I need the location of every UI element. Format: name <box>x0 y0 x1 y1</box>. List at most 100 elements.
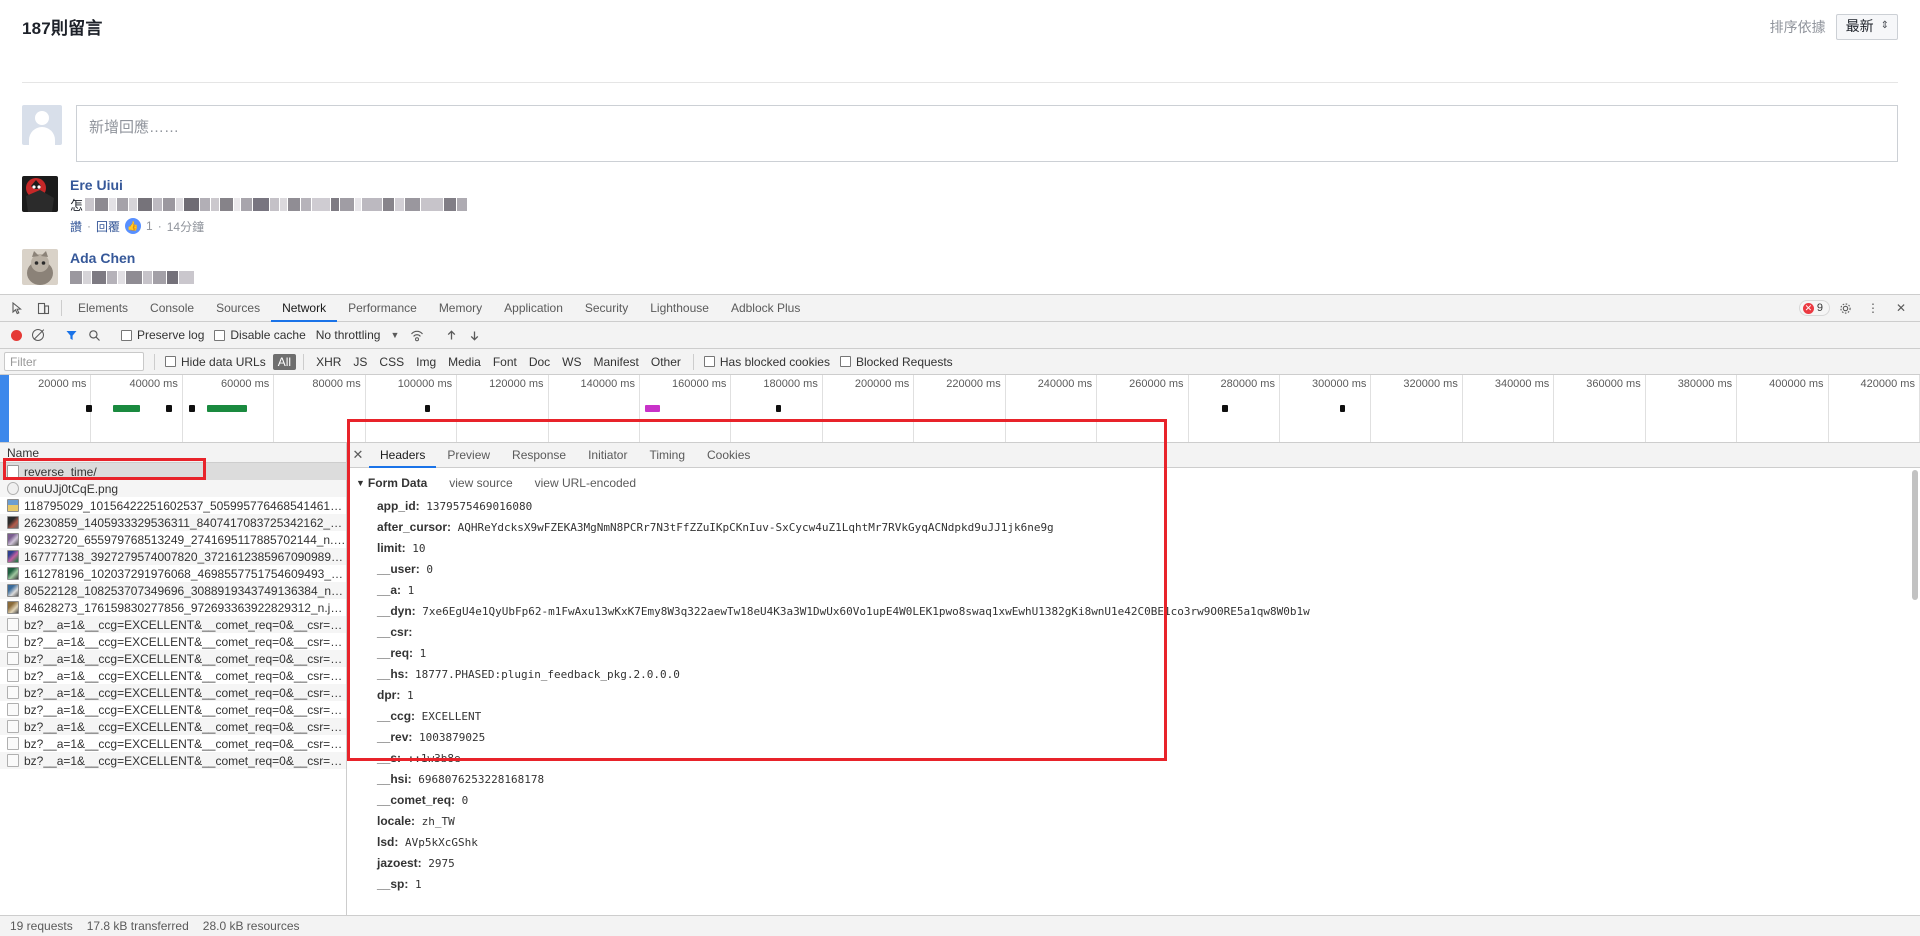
avatar[interactable] <box>22 248 58 285</box>
tab-elements[interactable]: Elements <box>67 295 139 322</box>
type-chip-img[interactable]: Img <box>411 354 441 370</box>
type-chip-css[interactable]: CSS <box>374 354 409 370</box>
request-row[interactable]: 80522128_108253707349696_308891934374913… <box>0 582 346 599</box>
tab-adblock-plus[interactable]: Adblock Plus <box>720 295 811 322</box>
type-chip-media[interactable]: Media <box>443 354 486 370</box>
record-button[interactable] <box>6 329 27 341</box>
request-row[interactable]: bz?__a=1&__ccg=EXCELLENT&__comet_req=0&_… <box>0 684 346 701</box>
sort-dropdown[interactable]: 最新 ⇕ <box>1835 14 1898 40</box>
chevron-down-icon[interactable]: ▼ <box>384 330 405 340</box>
resources-size: 28.0 kB resources <box>202 919 300 933</box>
tab-security[interactable]: Security <box>574 295 639 322</box>
request-name: reverse_time/ <box>24 464 97 479</box>
throttling-select[interactable]: No throttling <box>312 328 385 342</box>
request-row[interactable]: bz?__a=1&__ccg=EXCELLENT&__comet_req=0&_… <box>0 735 346 752</box>
tab-sources[interactable]: Sources <box>205 295 271 322</box>
type-chip-font[interactable]: Font <box>488 354 522 370</box>
disable-cache-checkbox[interactable]: Disable cache <box>210 328 311 342</box>
timeline-tick-label: 300000 ms <box>1311 378 1367 390</box>
form-data-header[interactable]: ▼ Form Data view source view URL-encoded <box>356 476 1920 490</box>
detail-tab-preview[interactable]: Preview <box>436 443 501 468</box>
request-row[interactable]: bz?__a=1&__ccg=EXCELLENT&__comet_req=0&_… <box>0 752 346 769</box>
view-source-link[interactable]: view source <box>449 476 512 490</box>
request-row[interactable]: bz?__a=1&__ccg=EXCELLENT&__comet_req=0&_… <box>0 633 346 650</box>
request-row[interactable]: bz?__a=1&__ccg=EXCELLENT&__comet_req=0&_… <box>0 650 346 667</box>
filter-icon[interactable] <box>60 329 83 342</box>
detail-scrollbar[interactable] <box>1910 468 1920 915</box>
has-blocked-cookies-checkbox[interactable]: Has blocked cookies <box>700 355 836 369</box>
gear-icon[interactable] <box>1832 302 1858 315</box>
import-har-icon[interactable] <box>440 329 463 342</box>
form-data-value: 0 <box>455 794 469 807</box>
type-chip-doc[interactable]: Doc <box>524 354 555 370</box>
preserve-log-checkbox[interactable]: Preserve log <box>117 328 210 342</box>
timeline-request-bar <box>1222 405 1228 412</box>
reply-action[interactable]: 回覆 <box>96 218 120 235</box>
close-icon[interactable]: ✕ <box>1888 301 1914 315</box>
clear-icon[interactable] <box>27 329 49 341</box>
request-list-header[interactable]: Name <box>0 443 346 463</box>
tab-memory[interactable]: Memory <box>428 295 493 322</box>
filter-input[interactable]: Filter <box>4 352 144 371</box>
request-row[interactable]: onuUJj0tCqE.png <box>0 480 346 497</box>
export-har-icon[interactable] <box>463 329 486 342</box>
blocked-requests-checkbox[interactable]: Blocked Requests <box>836 355 959 369</box>
type-chip-all[interactable]: All <box>272 353 297 370</box>
network-overview-timeline[interactable]: 20000 ms 40000 ms 60000 ms 80000 ms 100000 m… <box>0 375 1920 443</box>
comment-author[interactable]: Ere Uiui <box>70 176 1898 194</box>
request-rows: reverse_time/onuUJj0tCqE.png 118795029_10… <box>0 463 346 915</box>
close-icon[interactable]: ✕ <box>347 443 369 467</box>
view-url-encoded-link[interactable]: view URL-encoded <box>535 476 636 490</box>
tab-application[interactable]: Application <box>493 295 574 322</box>
timeline-tick: 20000 ms <box>0 375 92 442</box>
avatar[interactable] <box>22 175 58 212</box>
inspect-element-icon[interactable] <box>4 295 30 321</box>
request-name: bz?__a=1&__ccg=EXCELLENT&__comet_req=0&_… <box>24 736 346 751</box>
request-row[interactable]: bz?__a=1&__ccg=EXCELLENT&__comet_req=0&_… <box>0 718 346 735</box>
form-data-key: __sp: <box>377 877 409 891</box>
request-row[interactable]: reverse_time/ <box>0 463 346 480</box>
request-row[interactable]: 90232720_655979768513249_274169511788570… <box>0 531 346 548</box>
request-type-icon <box>7 465 19 478</box>
form-data-key: lsd: <box>377 835 399 849</box>
tab-lighthouse[interactable]: Lighthouse <box>639 295 720 322</box>
hide-data-urls-checkbox[interactable]: Hide data URLs <box>161 355 272 369</box>
request-row[interactable]: bz?__a=1&__ccg=EXCELLENT&__comet_req=0&_… <box>0 667 346 684</box>
type-chip-js[interactable]: JS <box>348 354 372 370</box>
chevron-down-icon[interactable]: ▼ <box>356 478 365 488</box>
request-row[interactable]: 161278196_102037291976068_46985577517546… <box>0 565 346 582</box>
type-chip-other[interactable]: Other <box>646 354 686 370</box>
timeline-tick-label: 420000 ms <box>1860 378 1915 390</box>
search-icon[interactable] <box>83 329 106 342</box>
network-conditions-icon[interactable] <box>405 329 429 342</box>
request-row[interactable]: 26230859_1405933329536311_84074170837253… <box>0 514 346 531</box>
request-row[interactable]: bz?__a=1&__ccg=EXCELLENT&__comet_req=0&_… <box>0 701 346 718</box>
more-vertical-icon[interactable]: ⋮ <box>1860 301 1886 315</box>
like-action[interactable]: 讚 <box>70 218 82 235</box>
form-data-key: limit: <box>377 541 406 555</box>
detail-tab-initiator[interactable]: Initiator <box>577 443 638 468</box>
request-row[interactable]: 84628273_176159830277856_972693363922829… <box>0 599 346 616</box>
detail-tab-cookies[interactable]: Cookies <box>696 443 761 468</box>
request-name: 161278196_102037291976068_46985577517546… <box>24 566 346 581</box>
timeline-tick: 140000 ms <box>549 375 640 442</box>
detail-tab-headers[interactable]: Headers <box>369 443 437 468</box>
request-row[interactable]: 167777138_3927279574007820_3721612385967… <box>0 548 346 565</box>
type-chip-manifest[interactable]: Manifest <box>589 354 644 370</box>
detail-tab-response[interactable]: Response <box>501 443 577 468</box>
detail-tab-timing[interactable]: Timing <box>638 443 696 468</box>
comment-author[interactable]: Ada Chen <box>70 249 1898 267</box>
comment-timestamp[interactable]: 14分鐘 <box>167 218 204 235</box>
type-chip-xhr[interactable]: XHR <box>311 354 346 370</box>
error-count: 9 <box>1816 302 1823 314</box>
comment-input[interactable]: 新增回應…… <box>76 104 1898 162</box>
tab-console[interactable]: Console <box>139 295 205 322</box>
request-row[interactable]: 118795029_10156422251602537_505995776468… <box>0 497 346 514</box>
checkbox-icon <box>121 329 132 341</box>
error-count-badge[interactable]: ✕ 9 <box>1798 300 1830 316</box>
tab-network[interactable]: Network <box>271 295 338 322</box>
request-row[interactable]: bz?__a=1&__ccg=EXCELLENT&__comet_req=0&_… <box>0 616 346 633</box>
device-toolbar-icon[interactable] <box>30 295 56 321</box>
type-chip-ws[interactable]: WS <box>557 354 586 370</box>
tab-performance[interactable]: Performance <box>337 295 428 322</box>
